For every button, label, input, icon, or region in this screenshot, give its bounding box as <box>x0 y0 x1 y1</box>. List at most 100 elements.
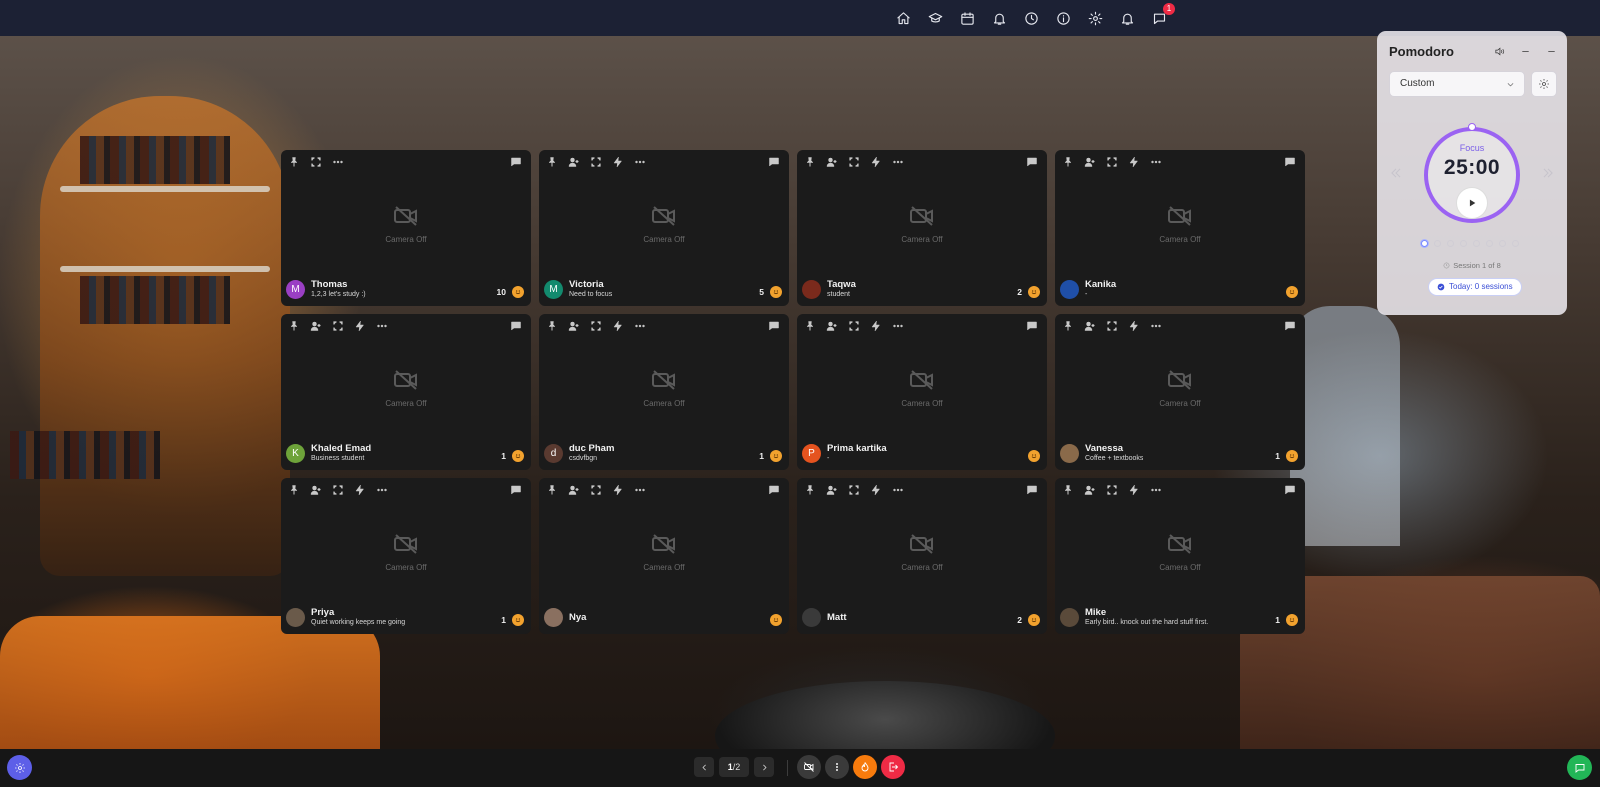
reaction-icon[interactable] <box>512 450 524 462</box>
bell-alarm-icon[interactable] <box>989 8 1009 28</box>
boost-icon[interactable] <box>869 155 883 169</box>
message-icon[interactable] <box>767 319 781 333</box>
next-page-button[interactable] <box>754 757 774 777</box>
reaction-icon[interactable] <box>770 286 782 298</box>
participant-tile[interactable]: Camera Off Kanika - <box>1055 150 1305 306</box>
leave-room-button[interactable] <box>881 755 905 779</box>
more-icon[interactable] <box>1149 483 1163 497</box>
avatar[interactable] <box>544 608 563 627</box>
chat-bubble-icon[interactable]: 1 <box>1149 3 1175 28</box>
fullscreen-icon[interactable] <box>309 155 323 169</box>
avatar[interactable]: K <box>286 443 305 463</box>
more-icon[interactable] <box>1149 319 1163 333</box>
pin-icon[interactable] <box>1061 155 1075 169</box>
avatar[interactable]: P <box>802 443 821 463</box>
reaction-icon[interactable] <box>1028 286 1040 298</box>
add-friend-icon[interactable] <box>1083 155 1097 169</box>
pomodoro-settings-button[interactable] <box>1531 71 1557 97</box>
boost-icon[interactable] <box>1127 319 1141 333</box>
room-settings-button[interactable] <box>7 755 32 780</box>
boost-icon[interactable] <box>869 319 883 333</box>
reaction-icon[interactable] <box>1286 614 1298 626</box>
today-sessions-pill[interactable]: Today: 0 sessions <box>1428 278 1522 296</box>
message-icon[interactable] <box>1283 155 1297 169</box>
reaction-icon[interactable] <box>1028 614 1040 626</box>
participant-tile[interactable]: Camera Off Nya <box>539 478 789 634</box>
fullscreen-icon[interactable] <box>589 155 603 169</box>
gear-icon[interactable] <box>1085 8 1105 28</box>
more-icon[interactable] <box>891 155 905 169</box>
fullscreen-icon[interactable] <box>1105 319 1119 333</box>
add-friend-icon[interactable] <box>567 155 581 169</box>
reaction-icon[interactable] <box>770 450 782 462</box>
play-button[interactable] <box>1456 187 1488 219</box>
boost-icon[interactable] <box>353 483 367 497</box>
pin-icon[interactable] <box>803 155 817 169</box>
participant-tile[interactable]: Camera Off Mike Early bird.. knock out the… <box>1055 478 1305 634</box>
more-icon[interactable] <box>891 483 905 497</box>
participant-tile[interactable]: Camera Off M Thomas 1,2,3 let's study :) 10 <box>281 150 531 306</box>
boost-icon[interactable] <box>1127 483 1141 497</box>
pin-icon[interactable] <box>287 483 301 497</box>
fullscreen-icon[interactable] <box>847 319 861 333</box>
participant-tile[interactable]: Camera Off Taqwa student 2 <box>797 150 1047 306</box>
reaction-icon[interactable] <box>1028 450 1040 462</box>
message-icon[interactable] <box>767 155 781 169</box>
participant-tile[interactable]: Camera Off M Victoria Need to focus 5 <box>539 150 789 306</box>
pin-icon[interactable] <box>545 319 559 333</box>
avatar[interactable] <box>1060 443 1079 463</box>
pomodoro-mode-select[interactable]: Custom <box>1389 71 1525 97</box>
add-friend-icon[interactable] <box>309 483 323 497</box>
reaction-icon[interactable] <box>512 614 524 626</box>
home-icon[interactable] <box>893 8 913 28</box>
add-friend-icon[interactable] <box>1083 319 1097 333</box>
pin-icon[interactable] <box>287 155 301 169</box>
camera-toggle-button[interactable] <box>797 755 821 779</box>
fullscreen-icon[interactable] <box>331 319 345 333</box>
collapse-icon[interactable] <box>1545 45 1557 57</box>
pin-icon[interactable] <box>803 319 817 333</box>
more-icon[interactable] <box>375 319 389 333</box>
info-icon[interactable] <box>1053 8 1073 28</box>
message-icon[interactable] <box>509 155 523 169</box>
fullscreen-icon[interactable] <box>847 483 861 497</box>
pin-icon[interactable] <box>287 319 301 333</box>
notification-bell-icon[interactable] <box>1117 8 1137 28</box>
boost-icon[interactable] <box>611 319 625 333</box>
calendar-icon[interactable] <box>957 8 977 28</box>
avatar[interactable]: d <box>544 443 563 463</box>
pin-icon[interactable] <box>545 155 559 169</box>
participant-tile[interactable]: Camera Off Vanessa Coffee + textbooks 1 <box>1055 314 1305 470</box>
boost-icon[interactable] <box>353 319 367 333</box>
more-options-button[interactable] <box>825 755 849 779</box>
add-friend-icon[interactable] <box>1083 483 1097 497</box>
message-icon[interactable] <box>1025 319 1039 333</box>
message-icon[interactable] <box>1025 155 1039 169</box>
more-icon[interactable] <box>331 155 345 169</box>
boost-icon[interactable] <box>869 483 883 497</box>
avatar[interactable] <box>802 279 821 299</box>
fullscreen-icon[interactable] <box>1105 483 1119 497</box>
avatar[interactable] <box>1060 607 1079 627</box>
participant-tile[interactable]: Camera Off Matt 2 <box>797 478 1047 634</box>
message-icon[interactable] <box>509 319 523 333</box>
avatar[interactable] <box>1060 279 1079 299</box>
participant-tile[interactable]: Camera Off P Prima kartika - <box>797 314 1047 470</box>
fullscreen-icon[interactable] <box>589 319 603 333</box>
fullscreen-icon[interactable] <box>331 483 345 497</box>
clock-icon[interactable] <box>1021 8 1041 28</box>
fullscreen-icon[interactable] <box>1105 155 1119 169</box>
add-friend-icon[interactable] <box>567 483 581 497</box>
add-friend-icon[interactable] <box>309 319 323 333</box>
more-icon[interactable] <box>891 319 905 333</box>
add-friend-icon[interactable] <box>825 155 839 169</box>
fullscreen-icon[interactable] <box>589 483 603 497</box>
avatar[interactable] <box>802 608 821 627</box>
add-friend-icon[interactable] <box>567 319 581 333</box>
message-icon[interactable] <box>1283 483 1297 497</box>
volume-icon[interactable] <box>1493 45 1505 57</box>
more-icon[interactable] <box>375 483 389 497</box>
pin-icon[interactable] <box>803 483 817 497</box>
reaction-icon[interactable] <box>1286 450 1298 462</box>
avatar[interactable]: M <box>286 279 305 299</box>
